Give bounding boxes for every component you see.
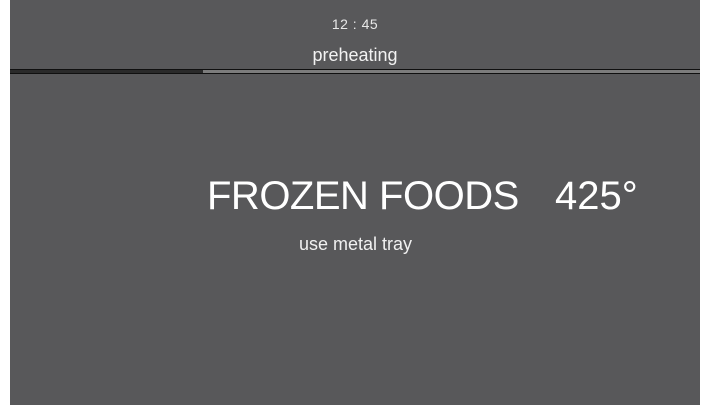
preheat-progress-remaining [203, 70, 700, 73]
preheat-progress-fill [10, 70, 203, 73]
oven-display-screen: 12 : 45 preheating FROZEN FOODS 425° use… [10, 0, 700, 405]
preheat-progress-bar [10, 69, 700, 74]
cooking-mode-title[interactable]: FROZEN FOODS [207, 172, 519, 220]
clock-time: 12 : 45 [331, 16, 379, 32]
cooking-instruction: use metal tray [299, 234, 413, 254]
target-temperature[interactable]: 425° [555, 172, 638, 220]
cooking-status: preheating [312, 45, 398, 65]
